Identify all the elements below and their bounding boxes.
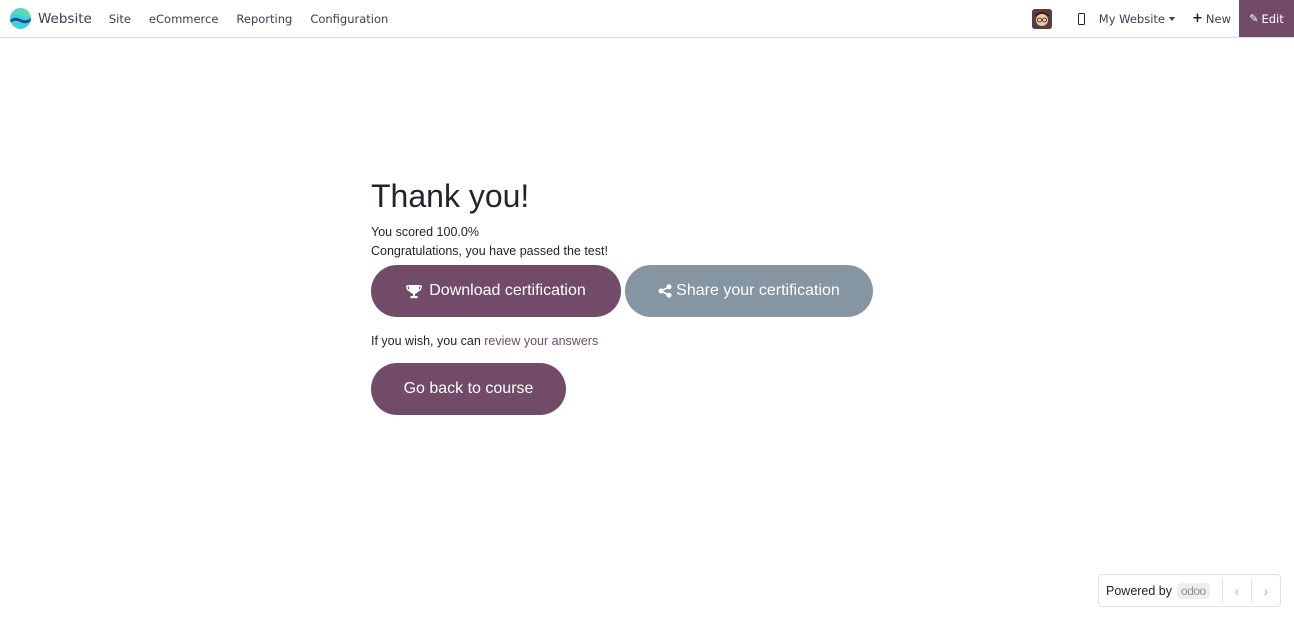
menu-item-configuration[interactable]: Configuration	[301, 12, 397, 26]
menu-item-site[interactable]: Site	[100, 12, 140, 26]
app-name: Website	[38, 10, 92, 27]
menu-item-reporting[interactable]: Reporting	[227, 12, 301, 26]
app-brand[interactable]: Website	[10, 8, 92, 29]
review-line: If you wish, you can review your answers	[371, 333, 873, 349]
go-back-label: Go back to course	[403, 380, 534, 397]
share-certification-button[interactable]: Share your certification	[625, 265, 873, 317]
navbar-right: My Website + New ✎ Edit	[1031, 0, 1294, 37]
plus-icon: +	[1192, 11, 1203, 26]
mobile-preview-icon[interactable]	[1077, 12, 1085, 25]
edit-button-label: Edit	[1261, 11, 1284, 26]
main-menu: Site eCommerce Reporting Configuration	[100, 12, 398, 26]
odoo-logo-text: odoo	[1181, 583, 1206, 598]
download-certification-label: Download certification	[429, 282, 586, 299]
trophy-icon	[406, 284, 422, 298]
review-answers-link[interactable]: review your answers	[484, 334, 598, 348]
odoo-logo[interactable]: odoo	[1177, 582, 1210, 599]
pencil-icon: ✎	[1249, 12, 1259, 25]
chevron-right-icon[interactable]: ›	[1251, 579, 1280, 603]
go-back-to-course-button[interactable]: Go back to course	[371, 363, 566, 415]
website-app-icon	[10, 8, 31, 29]
website-selector[interactable]: My Website	[1099, 12, 1175, 26]
download-certification-button[interactable]: Download certification	[371, 265, 621, 317]
congrats-text: Congratulations, you have passed the tes…	[371, 244, 608, 258]
menu-item-ecommerce[interactable]: eCommerce	[140, 12, 228, 26]
page-title: Thank you!	[371, 178, 530, 214]
edit-button[interactable]: ✎ Edit	[1239, 0, 1294, 37]
powered-by-widget: Powered by odoo ‹ ›	[1098, 574, 1281, 607]
share-certification-label: Share your certification	[676, 282, 840, 299]
review-prefix: If you wish, you can	[371, 334, 481, 348]
chevron-left-icon[interactable]: ‹	[1222, 579, 1251, 603]
share-icon	[658, 284, 672, 298]
certification-result: Thank you! You scored 100.0% Congratulat…	[371, 176, 873, 415]
new-button-label: New	[1205, 11, 1231, 26]
new-button[interactable]: + New	[1175, 11, 1231, 26]
score-text: You scored 100.0%	[371, 225, 479, 239]
top-navbar: Website Site eCommerce Reporting Configu…	[0, 0, 1294, 38]
powered-by-text: Powered by	[1106, 583, 1173, 598]
website-selector-label: My Website	[1098, 11, 1165, 26]
pager: ‹ ›	[1222, 579, 1280, 603]
user-avatar[interactable]	[1031, 8, 1052, 29]
certification-actions: Download certification Share your certif…	[371, 265, 873, 317]
